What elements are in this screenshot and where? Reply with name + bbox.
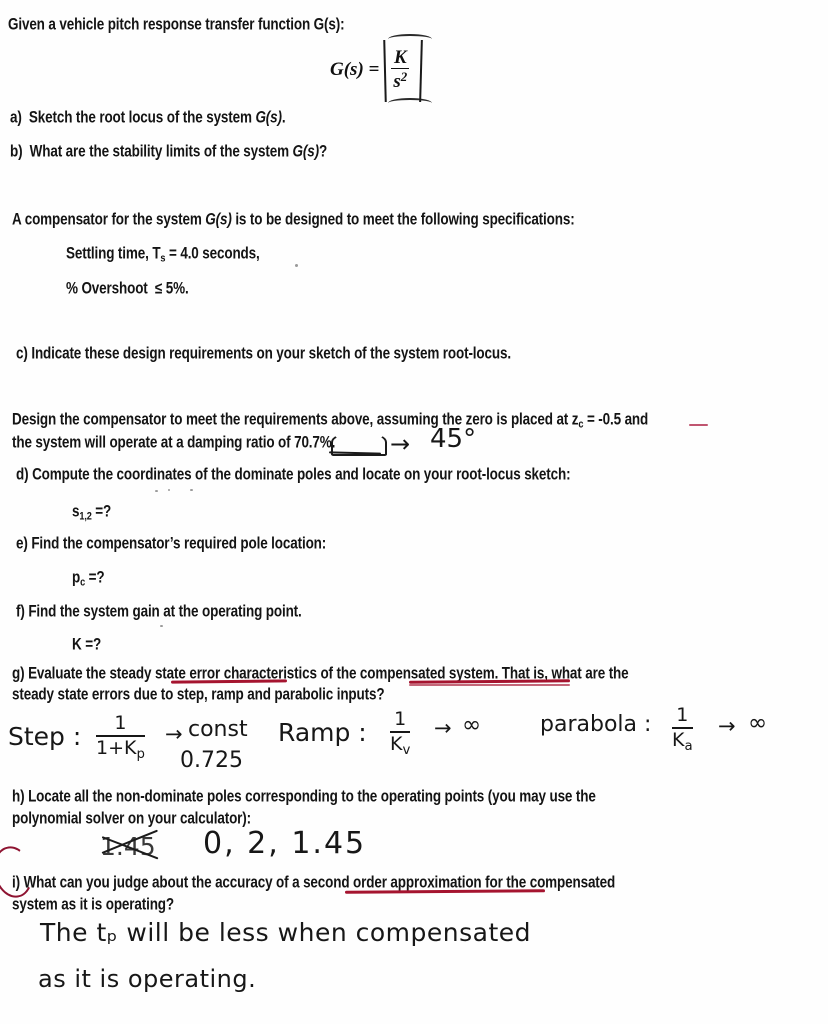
handwriting-ramp-label: Ramp :	[278, 718, 367, 747]
zc-underline-red	[689, 424, 708, 426]
handwriting-step-fraction: 1 1+Kp	[96, 712, 145, 762]
spec-settling-time: Settling time, Ts = 4.0 seconds,	[66, 245, 260, 265]
item-i-line2: system as it is operating?	[12, 896, 174, 914]
scan-speck-5	[160, 625, 163, 627]
handwriting-poles-answer: 0, 2, 1.45	[203, 826, 367, 861]
handwriting-answer-i-line1: The tₚ will be less when compensated	[40, 918, 531, 947]
item-b: b) What are the stability limits of the …	[10, 143, 328, 161]
red-circle-item-i	[0, 842, 38, 902]
item-e-answer-prompt: pc =?	[72, 569, 105, 589]
damping-arrow-annotation: →	[390, 430, 411, 458]
formula-denominator: s2	[391, 68, 410, 93]
item-e: e) Find the compensator’s required pole …	[16, 535, 327, 553]
compensator-intro: A compensator for the system G(s) is to …	[12, 211, 575, 229]
formula-bottom-cap	[388, 97, 433, 108]
ramp-fraction-denominator: Kv	[390, 730, 411, 758]
handwriting-parabola-fraction: 1 Ka	[672, 704, 693, 754]
handwriting-step-label: Step :	[8, 722, 82, 751]
scan-speck-2	[155, 490, 158, 492]
formula-right-bar	[419, 39, 424, 103]
formula-fraction: K s2	[383, 34, 433, 103]
item-c: c) Indicate these design requirements on…	[16, 345, 511, 363]
formula-top-cap	[388, 34, 433, 44]
ramp-fraction-numerator: 1	[394, 708, 407, 730]
transfer-function-formula: G(s) = K s2	[330, 34, 433, 103]
handwriting-ramp-arrow: →	[434, 716, 452, 740]
design-paragraph-line1: Design the compensator to meet the requi…	[12, 411, 649, 431]
handwriting-answer-i-line2: as it is operating.	[38, 965, 257, 993]
handwriting-ramp-result: ∞	[462, 712, 482, 738]
step-fraction-numerator: 1	[114, 712, 127, 734]
scan-speck-4	[190, 489, 193, 491]
item-d-answer-prompt: s1,2 =?	[72, 503, 112, 523]
spec-overshoot: % Overshoot ≤ 5%.	[66, 280, 189, 298]
parabola-fraction-denominator: Ka	[672, 726, 693, 754]
step-fraction-denominator: 1+Kp	[96, 734, 145, 762]
handwriting-step-arrow: →	[165, 722, 183, 746]
handwriting-step-value: 0.725	[180, 748, 243, 773]
design-paragraph-line2: the system will operate at a damping rat…	[12, 434, 336, 452]
item-g-line2: steady state errors due to step, ramp an…	[12, 686, 385, 704]
formula-left-bar	[383, 39, 388, 103]
item-a: a) Sketch the root locus of the system G…	[10, 109, 286, 127]
formula-numerator: K	[393, 47, 407, 68]
handwriting-parabola-result: ∞	[748, 710, 768, 736]
scan-speck	[295, 264, 298, 267]
parabola-fraction-numerator: 1	[676, 704, 689, 726]
item-f-answer-prompt: K =?	[72, 636, 102, 654]
handwriting-step-result: const	[188, 717, 248, 742]
red-underline-second-order-approximation	[344, 889, 546, 894]
intro-line: Given a vehicle pitch response transfer …	[8, 16, 345, 34]
item-f: f) Find the system gain at the operating…	[16, 603, 302, 621]
formula-lhs: G(s) =	[330, 58, 380, 80]
item-d: d) Compute the coordinates of the domina…	[16, 466, 571, 484]
red-underline-state-error	[170, 679, 288, 684]
item-h-line1: h) Locate all the non-dominate poles cor…	[12, 788, 596, 806]
scan-speck-3	[168, 489, 170, 491]
handwriting-ramp-fraction: 1 Kv	[390, 708, 411, 758]
handwriting-parabola-label: parabola :	[540, 712, 652, 737]
red-underline-compensated-system-2	[409, 684, 570, 686]
scanned-page: Given a vehicle pitch response transfer …	[0, 0, 828, 1024]
damping-angle-annotation: 45°	[430, 424, 477, 454]
handwriting-parabola-arrow: →	[718, 714, 736, 738]
